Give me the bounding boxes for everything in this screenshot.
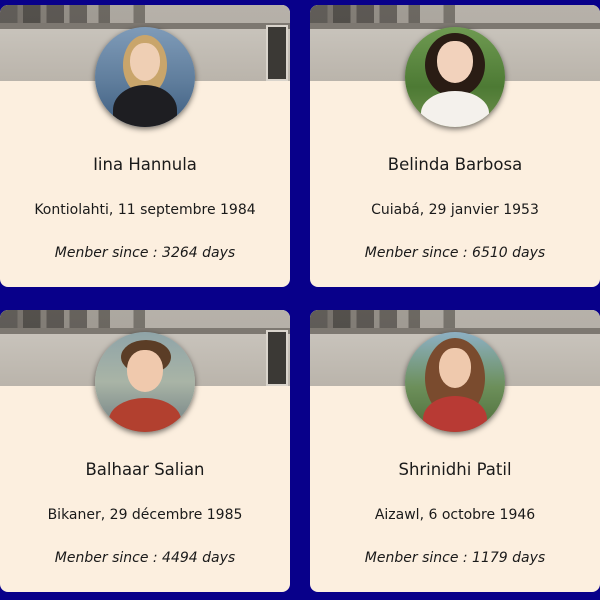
avatar [405,27,505,127]
profile-birthplace-date: Kontiolahti, 11 septembre 1984 [34,202,256,218]
profile-name: Iina Hannula [93,155,197,174]
member-since-text: Menber since : 6510 days [364,245,546,261]
avatar [95,27,195,127]
profile-name: Belinda Barbosa [387,155,523,174]
avatar [405,332,505,432]
member-since-text: Menber since : 1179 days [364,550,546,566]
profile-birthplace-date: Cuiabá, 29 janvier 1953 [371,202,539,218]
profile-birthplace-date: Aizawl, 6 octobre 1946 [374,507,536,523]
profile-birthplace-date: Bikaner, 29 décembre 1985 [47,507,243,523]
profile-name: Shrinidhi Patil [398,460,512,479]
profile-card: Shrinidhi Patil Aizawl, 6 octobre 1946 M… [310,310,600,592]
profile-card: Belinda Barbosa Cuiabá, 29 janvier 1953 … [310,5,600,287]
member-since-text: Menber since : 3264 days [54,245,236,261]
profile-name: Balhaar Salian [85,460,205,479]
profile-card: Iina Hannula Kontiolahti, 11 septembre 1… [0,5,290,287]
profile-card: Balhaar Salian Bikaner, 29 décembre 1985… [0,310,290,592]
avatar [95,332,195,432]
member-since-text: Menber since : 4494 days [54,550,236,566]
